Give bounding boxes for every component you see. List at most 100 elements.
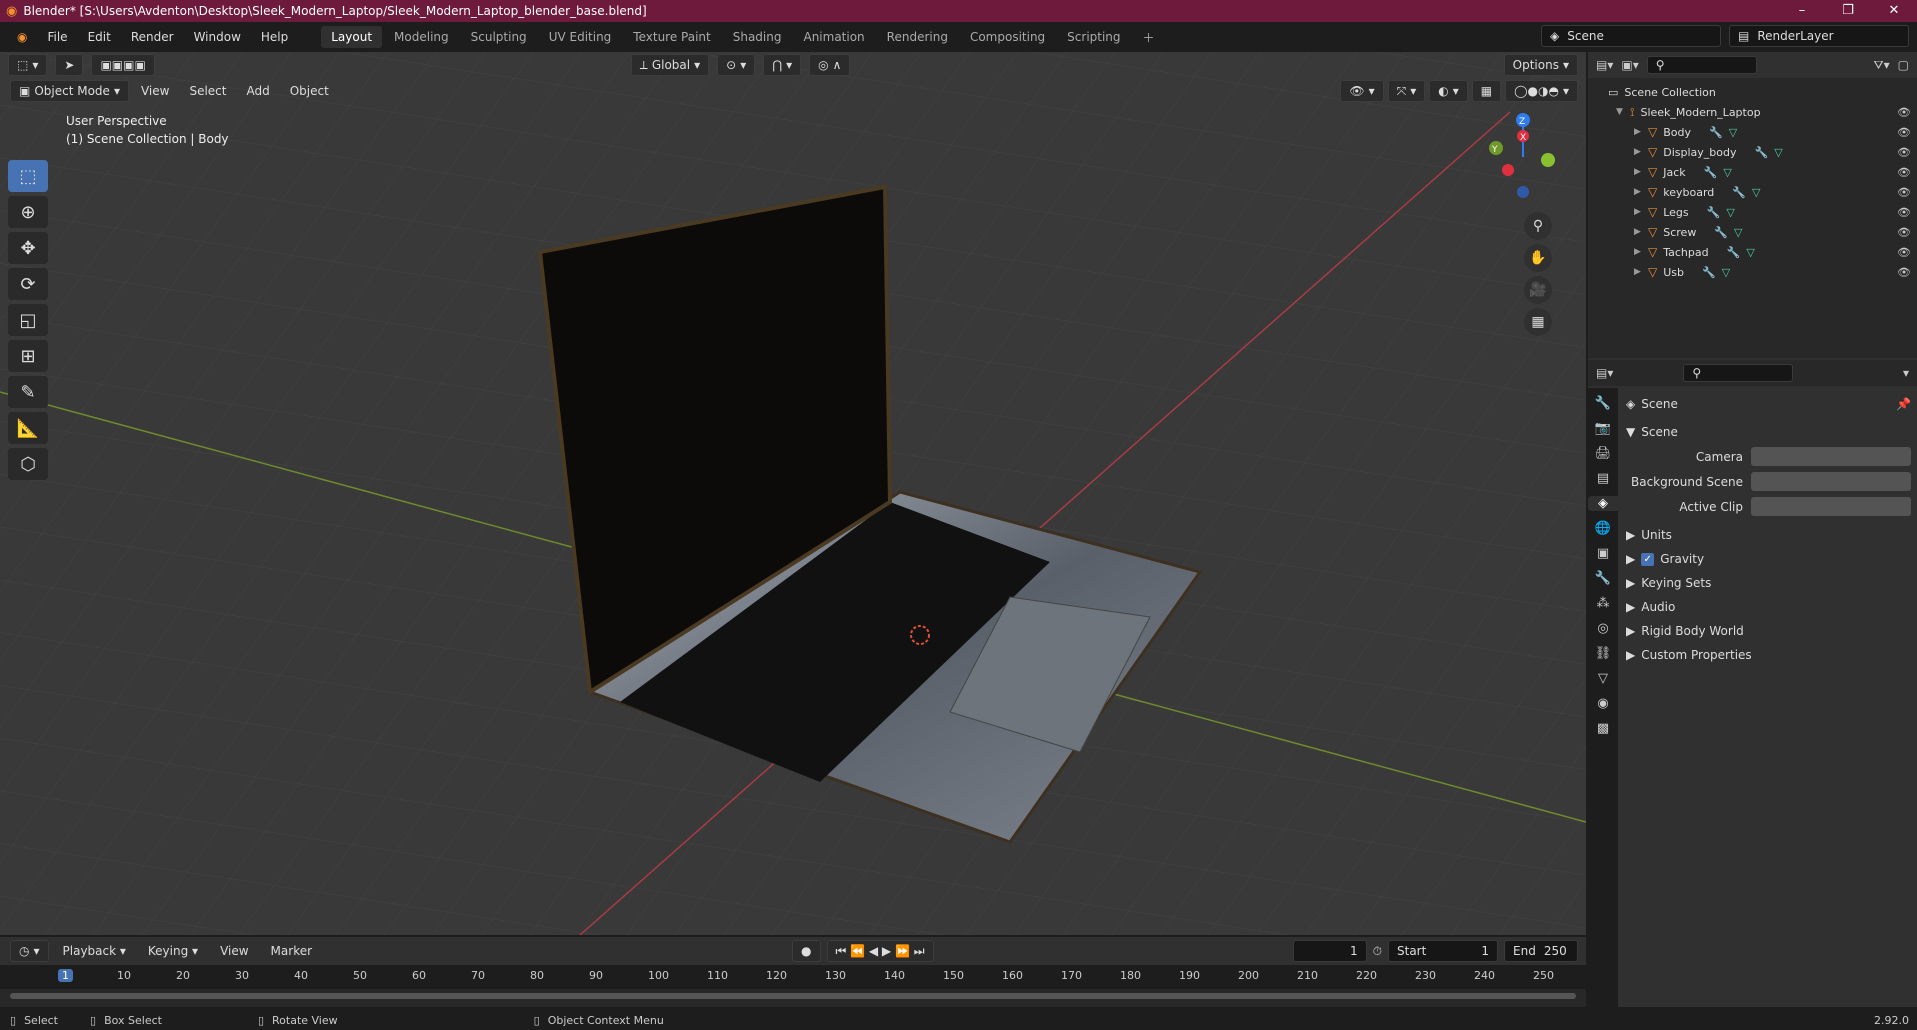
snap-toggle[interactable]: ⋂ ▾ [763,54,802,76]
start-frame-field[interactable]: Start 1 [1388,940,1498,962]
expand-icon[interactable]: ▼ [1616,107,1630,117]
move-tool[interactable]: ✥ [8,232,48,264]
outliner-item-legs[interactable]: ▶ ▽ Legs 🔧 ▽ 👁 [1588,202,1917,222]
annotate-tool[interactable]: ✎ [8,376,48,408]
chevron-down-icon[interactable]: ▾ [1903,366,1909,380]
pan-button[interactable]: ✋ [1524,244,1552,272]
background-scene-field[interactable] [1751,472,1911,491]
eye-icon[interactable]: 👁 [1897,266,1911,279]
chevron-right-icon[interactable]: ▶ [1634,227,1648,237]
menu-file[interactable]: File [38,26,76,48]
stopwatch-icon[interactable]: ⏱ [1373,944,1382,959]
proportional-edit-toggle[interactable]: ◎ ∧ [809,54,851,76]
zoom-button[interactable]: ⚲ [1524,212,1552,240]
eye-icon[interactable]: 👁 [1897,166,1911,179]
transform-orientation-dropdown[interactable]: ⟂ Global ▾ [630,54,710,76]
tab-uv-editing[interactable]: UV Editing [539,26,622,48]
view-layer-selector[interactable]: ▤ RenderLayer [1729,25,1909,47]
scene-selector[interactable]: ◈ Scene [1541,25,1721,47]
scene-panel-header[interactable]: ▼ Scene [1626,420,1911,444]
eye-icon[interactable]: 👁 [1897,186,1911,199]
physics-tab-icon[interactable]: ◎ [1597,621,1608,636]
menu-object[interactable]: Object [282,82,337,100]
select-box-tool[interactable]: ⬚ [8,160,48,192]
menu-render[interactable]: Render [122,26,183,48]
active-clip-field[interactable] [1751,497,1911,516]
chevron-right-icon[interactable]: ▶ [1634,127,1648,137]
chevron-right-icon[interactable]: ▶ [1634,247,1648,257]
pin-icon[interactable]: 📌 [1896,397,1911,411]
chevron-right-icon[interactable]: ▶ [1634,187,1648,197]
tab-layout[interactable]: Layout [321,26,383,48]
new-collection-icon[interactable]: ▢ [1898,58,1909,72]
output-tab-icon[interactable]: 🖨 [1595,446,1612,461]
tab-sculpting[interactable]: Sculpting [461,26,537,48]
eye-icon[interactable]: 👁 [1897,106,1911,119]
scene-tab-icon[interactable]: ◈ [1588,496,1618,511]
add-cube-tool[interactable]: ⬡ [8,448,48,480]
outliner-item-jack[interactable]: ▶ ▽ Jack 🔧 ▽ 👁 [1588,162,1917,182]
close-button[interactable]: ✕ [1871,0,1917,22]
keying-sets-panel[interactable]: ▶ Keying Sets [1626,571,1911,595]
blender-menu-icon[interactable]: ◉ [8,26,36,48]
selection-modes[interactable]: ▣▣▣▣ [91,54,155,76]
outliner-editor-icon[interactable]: ▤▾ [1596,58,1613,72]
eye-icon[interactable]: 👁 [1897,246,1911,259]
shading-modes[interactable]: ◯●◑◓ ▾ [1505,80,1578,102]
playback-controls[interactable]: ⏮ ⏪ ◀ ▶ ⏩ ⏭ [826,940,934,962]
end-frame-field[interactable]: End 250 [1504,940,1578,962]
transform-tool[interactable]: ⊞ [8,340,48,372]
modifier-tab-icon[interactable]: 🔧 [1595,571,1611,586]
world-tab-icon[interactable]: 🌐 [1595,521,1611,536]
current-frame-field[interactable]: 1 [1292,940,1367,962]
menu-select[interactable]: Select [181,82,234,100]
xray-toggle[interactable]: ▦ [1471,80,1502,102]
eye-icon[interactable]: 👁 [1897,206,1911,219]
3d-viewport[interactable]: ⬚ ▾ ➤ ▣▣▣▣ ⟂ Global ▾ ⊙ ▾ ⋂ ▾ ◎ ∧ Options ▾ ▣ … [0,52,1586,935]
menu-marker[interactable]: Marker [263,942,320,960]
chevron-right-icon[interactable]: ▶ [1634,147,1648,157]
menu-edit[interactable]: Edit [79,26,120,48]
particles-tab-icon[interactable]: ⁂ [1597,596,1610,611]
menu-playback[interactable]: Playback ▾ [55,942,134,960]
audio-panel[interactable]: ▶ Audio [1626,595,1911,619]
render-tab-icon[interactable]: 📷 [1595,421,1611,436]
mode-dropdown[interactable]: ▣ Object Mode ▾ [10,80,129,102]
outliner-search-input[interactable]: ⚲ [1646,56,1757,74]
maximize-button[interactable]: ❐ [1825,0,1871,22]
menu-view[interactable]: View [133,82,177,100]
outliner-item-body[interactable]: ▶ ▽ Body 🔧 ▽ 👁 [1588,122,1917,142]
filter-icon[interactable]: ⛛▾ [1874,58,1890,73]
menu-help[interactable]: Help [252,26,297,48]
material-tab-icon[interactable]: ◉ [1597,696,1608,711]
gravity-checkbox[interactable]: ✓ [1641,552,1655,566]
outliner-item-display-body[interactable]: ▶ ▽ Display_body 🔧 ▽ 👁 [1588,142,1917,162]
object-tab-icon[interactable]: ▣ [1597,546,1609,561]
menu-window[interactable]: Window [185,26,250,48]
outliner-item-keyboard[interactable]: ▶ ▽ keyboard 🔧 ▽ 👁 [1588,182,1917,202]
select-mode-button[interactable]: ➤ [55,54,84,76]
display-mode-icon[interactable]: ▣▾ [1621,58,1638,72]
add-workspace-button[interactable]: ＋ [1133,25,1165,50]
tab-compositing[interactable]: Compositing [960,26,1055,48]
camera-view-button[interactable]: 🎥 [1524,276,1552,304]
scene-collection-row[interactable]: ▭ Scene Collection [1588,82,1917,102]
view-layer-tab-icon[interactable]: ▤ [1597,471,1609,486]
timeline-scrollbar[interactable] [10,993,1576,999]
tab-modeling[interactable]: Modeling [384,26,459,48]
camera-field[interactable] [1751,447,1911,466]
eye-icon[interactable]: 👁 [1897,126,1911,139]
gravity-panel[interactable]: ▶ ✓ Gravity [1626,547,1911,571]
outliner-item-usb[interactable]: ▶ ▽ Usb 🔧 ▽ 👁 [1588,262,1917,282]
minimize-button[interactable]: – [1779,0,1825,22]
tool-tab-icon[interactable]: 🔧 [1595,396,1611,411]
properties-editor-icon[interactable]: ▤▾ [1596,366,1613,380]
eye-icon[interactable]: 👁 [1897,226,1911,239]
ortho-toggle-button[interactable]: ▦ [1524,308,1552,336]
chevron-right-icon[interactable]: ▶ [1634,167,1648,177]
timeline-editor-type[interactable]: ◷ ▾ [10,940,49,962]
overlay-toggle[interactable]: ◐ ▾ [1429,80,1468,102]
tab-texture-paint[interactable]: Texture Paint [623,26,720,48]
chevron-right-icon[interactable]: ▶ [1634,267,1648,277]
data-tab-icon[interactable]: ▽ [1598,671,1608,686]
